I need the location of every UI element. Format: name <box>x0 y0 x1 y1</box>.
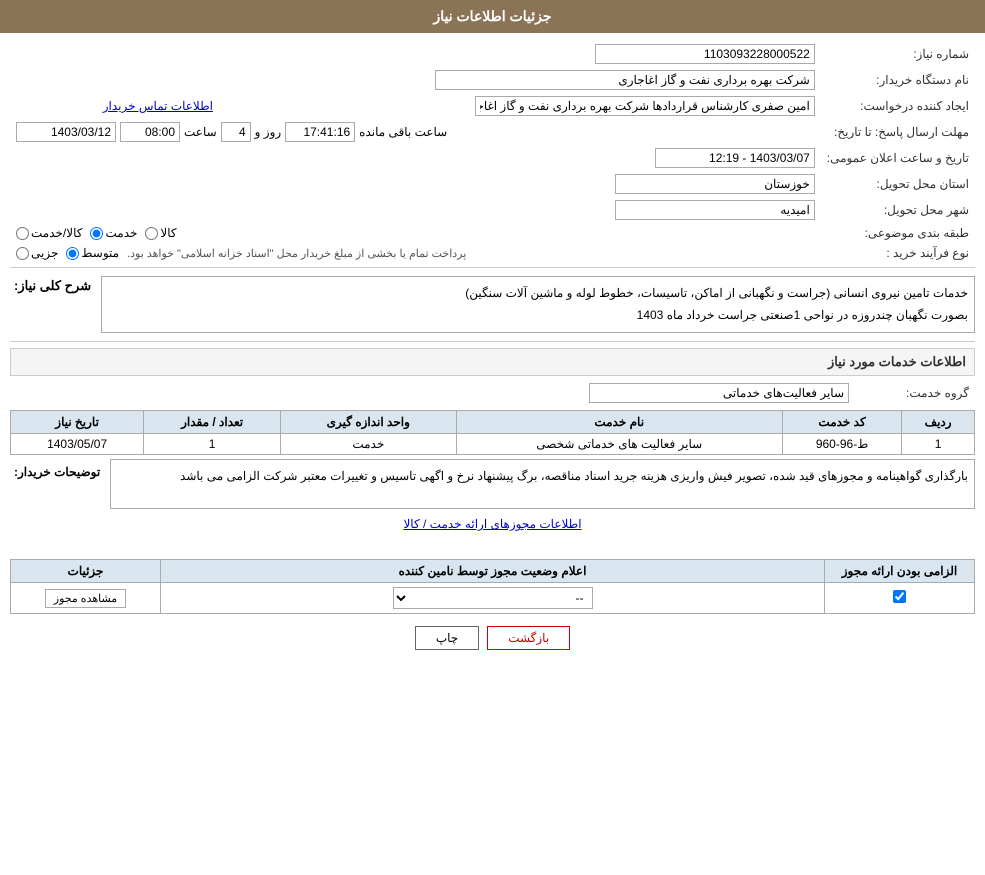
col-row: ردیف <box>902 411 975 434</box>
category-kala-khedmat-radio[interactable] <box>16 227 29 240</box>
deadline-date-input[interactable] <box>16 122 116 142</box>
need-number-label: شماره نیاز: <box>821 41 975 67</box>
permit-status-select[interactable]: -- <box>393 587 593 609</box>
category-kala-khedmat-label: کالا/خدمت <box>31 226 82 240</box>
requester-org-input[interactable] <box>435 70 815 90</box>
category-label: طبقه بندی موضوعی: <box>821 223 975 243</box>
print-button[interactable]: چاپ <box>415 626 479 650</box>
permit-row: -- مشاهده مجوز <box>11 583 975 614</box>
permit-required-checkbox[interactable] <box>893 590 906 603</box>
category-khedmat-radio[interactable] <box>90 227 103 240</box>
category-kala-radio[interactable] <box>145 227 158 240</box>
remaining-time-label: ساعت باقی مانده <box>359 125 447 139</box>
proc-type-motavasset-radio[interactable] <box>66 247 79 260</box>
col-name: نام خدمت <box>456 411 782 434</box>
proc-type-motavasset-label: متوسط <box>81 246 119 260</box>
need-number-input[interactable] <box>595 44 815 64</box>
cell-date: 1403/05/07 <box>11 434 144 455</box>
requester-org-label: نام دستگاه خریدار: <box>821 67 975 93</box>
announce-input[interactable] <box>655 148 815 168</box>
time-label: ساعت <box>184 125 217 139</box>
col-code: کد خدمت <box>782 411 901 434</box>
col-quantity: تعداد / مقدار <box>144 411 281 434</box>
buyer-notes-title: توضیحات خریدار: <box>10 459 104 485</box>
city-label: شهر محل تحویل: <box>821 197 975 223</box>
page-header: جزئیات اطلاعات نیاز <box>0 0 985 33</box>
time-input[interactable] <box>120 122 180 142</box>
permit-required-cell <box>825 583 975 614</box>
need-description-line1: خدمات تامین نیروی انسانی (جراست و نگهبان… <box>108 283 968 305</box>
permit-table: الزامی بودن ارائه مجوز اعلام وضعیت مجوز … <box>10 559 975 614</box>
permit-col-required: الزامی بودن ارائه مجوز <box>825 560 975 583</box>
service-group-label: گروه خدمت: <box>855 380 975 406</box>
contact-link[interactable]: اطلاعات تماس خریدار <box>103 99 213 113</box>
province-input[interactable] <box>615 174 815 194</box>
view-permit-button[interactable]: مشاهده مجوز <box>45 589 126 608</box>
province-label: استان محل تحویل: <box>821 171 975 197</box>
category-kala-label: کالا <box>160 226 176 240</box>
remaining-time-input[interactable] <box>285 122 355 142</box>
service-group-input[interactable] <box>589 383 849 403</box>
days-input[interactable] <box>221 122 251 142</box>
city-input[interactable] <box>615 200 815 220</box>
deadline-label: مهلت ارسال پاسخ: تا تاریخ: <box>821 119 975 145</box>
proc-type-jozi-label: جزیی <box>31 246 58 260</box>
permit-status-cell: -- <box>161 583 825 614</box>
need-description-line2: بصورت نگهبان چندروزه در نواحی 1صنعتی جرا… <box>108 305 968 327</box>
permit-details-cell: مشاهده مجوز <box>11 583 161 614</box>
back-button[interactable]: بازگشت <box>487 626 570 650</box>
proc-type-note: پرداخت تمام یا بخشی از مبلغ خریدار محل "… <box>127 247 466 260</box>
table-row: 1 ط-96-960 سایر فعالیت های خدماتی شخصی خ… <box>11 434 975 455</box>
permit-col-status: اعلام وضعیت مجوز توسط نامین کننده <box>161 560 825 583</box>
services-table: ردیف کد خدمت نام خدمت واحد اندازه گیری ت… <box>10 410 975 455</box>
cell-unit: خدمت <box>281 434 456 455</box>
category-khedmat-label: خدمت <box>105 226 137 240</box>
service-info-title: اطلاعات خدمات مورد نیاز <box>10 348 975 376</box>
proc-type-jozi-radio[interactable] <box>16 247 29 260</box>
permit-col-details: جزئیات <box>11 560 161 583</box>
buyer-notes-box: بارگذاری گواهینامه و مجوزهای قید شده، تص… <box>110 459 975 509</box>
announce-label: تاریخ و ساعت اعلان عمومی: <box>821 145 975 171</box>
permit-section-link[interactable]: اطلاعات مجوزهای ارائه خدمت / کالا <box>10 513 975 535</box>
proc-type-label: نوع فرآیند خرید : <box>821 243 975 263</box>
cell-code: ط-96-960 <box>782 434 901 455</box>
cell-quantity: 1 <box>144 434 281 455</box>
need-description-title: شرح کلی نیاز: <box>10 272 95 300</box>
col-unit: واحد اندازه گیری <box>281 411 456 434</box>
need-description-box: خدمات تامین نیروی انسانی (جراست و نگهبان… <box>101 276 975 333</box>
cell-name: سایر فعالیت های خدماتی شخصی <box>456 434 782 455</box>
creator-label: ایجاد کننده درخواست: <box>821 93 975 119</box>
cell-row: 1 <box>902 434 975 455</box>
creator-input[interactable] <box>475 96 815 116</box>
days-label: روز و <box>255 125 282 139</box>
col-date: تاریخ نیاز <box>11 411 144 434</box>
